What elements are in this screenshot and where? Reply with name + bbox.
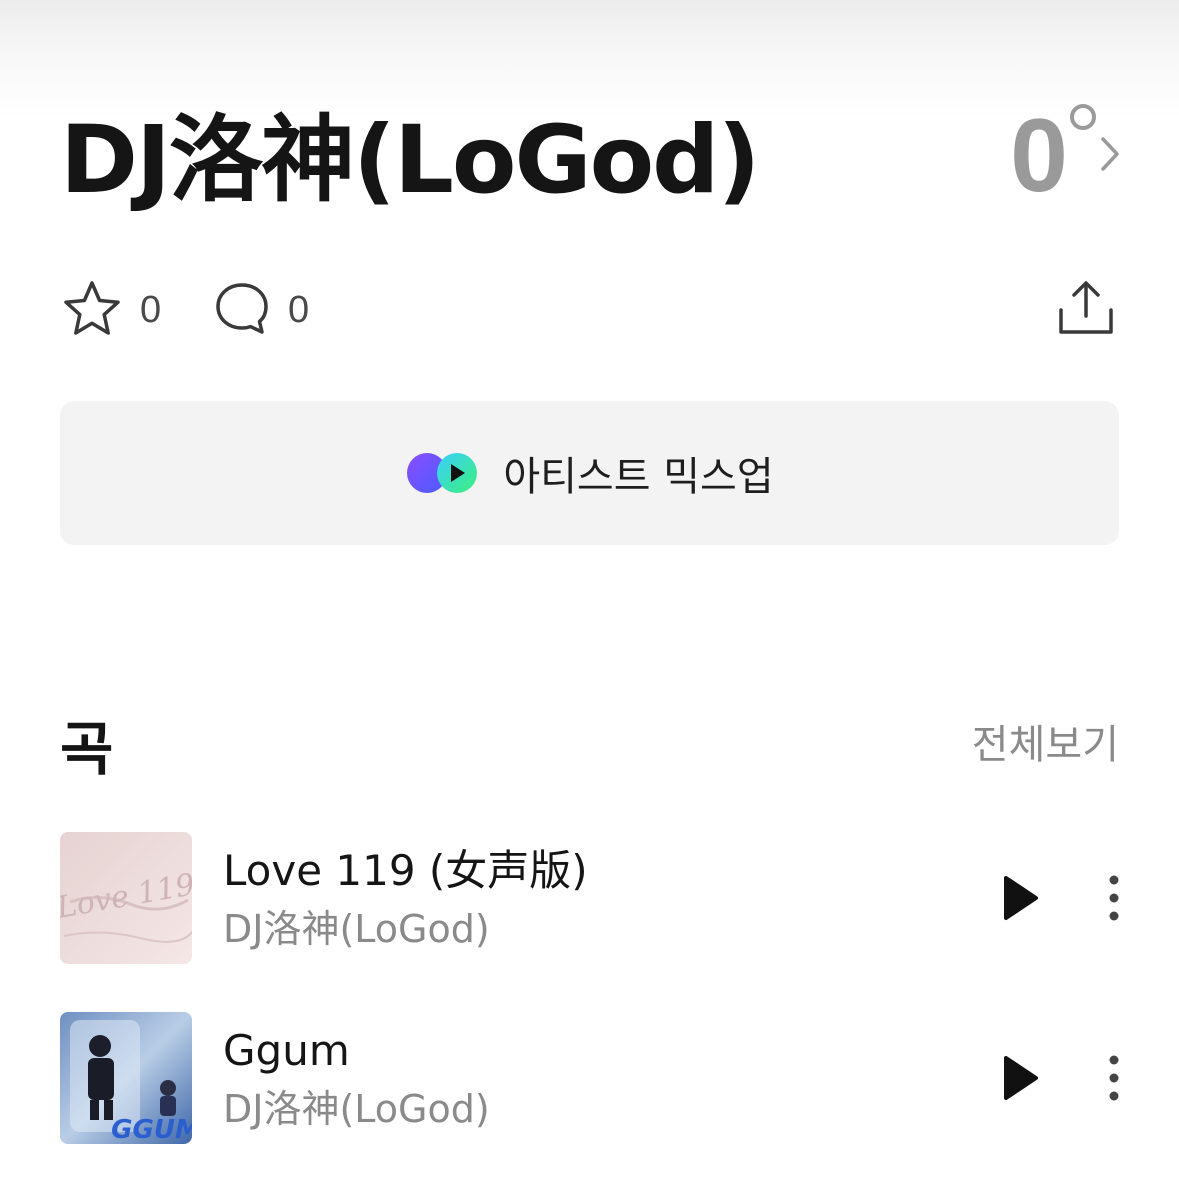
more-options-button[interactable] [1100,874,1128,922]
temperature-value: 0 [1010,98,1068,214]
share-button[interactable] [1056,278,1116,342]
speech-bubble-icon [214,280,270,340]
comment-button[interactable]: 0 [214,278,309,342]
like-button[interactable]: 0 [62,278,161,342]
degree-icon [1070,104,1096,130]
like-count: 0 [140,288,162,331]
song-row[interactable]: GGUM Ggum DJ洛神(LoGod) [60,1012,1120,1144]
play-button[interactable] [1000,874,1040,922]
song-artist: DJ洛神(LoGod) [223,907,490,951]
mixup-label: 아티스트 믹스업 [503,454,774,500]
chevron-right-icon [1100,136,1120,176]
play-button[interactable] [1000,1054,1040,1102]
song-list: Love 119 Love 119 (女声版) DJ洛神(LoGod) GGUM… [60,832,1120,1192]
more-vertical-icon [1100,1055,1128,1106]
songs-section-header: 곡 전체보기 [60,700,1119,783]
section-title: 곡 [60,715,114,783]
song-title: Love 119 (女声版) [223,846,588,895]
star-outline-icon [62,279,122,341]
song-row[interactable]: Love 119 Love 119 (女声版) DJ洛神(LoGod) [60,832,1120,964]
song-artist: DJ洛神(LoGod) [223,1087,490,1131]
share-upload-icon [1056,281,1116,342]
artist-page: DJ洛神(LoGod) 0 0 0 아티스트 믹스업 곡 전체보기 Love 1… [0,0,1179,1202]
album-art: GGUM [60,1012,192,1144]
album-art: Love 119 [60,832,192,964]
more-options-button[interactable] [1100,1054,1128,1102]
more-vertical-icon [1100,875,1128,926]
song-title: Ggum [223,1026,350,1075]
see-all-link[interactable]: 전체보기 [972,712,1119,770]
comment-count: 0 [288,288,310,331]
album-art-text: GGUM [111,1115,192,1144]
mixup-logo-icon [405,450,481,496]
artist-name: DJ洛神(LoGod) [60,106,760,215]
artist-header: DJ洛神(LoGod) 0 [60,100,1120,230]
artist-temperature-link[interactable]: 0 [1010,100,1120,212]
play-icon [1000,1056,1040,1106]
stats-row: 0 0 [60,278,1120,342]
play-icon [1000,876,1040,926]
artist-mixup-button[interactable]: 아티스트 믹스업 [60,401,1119,545]
